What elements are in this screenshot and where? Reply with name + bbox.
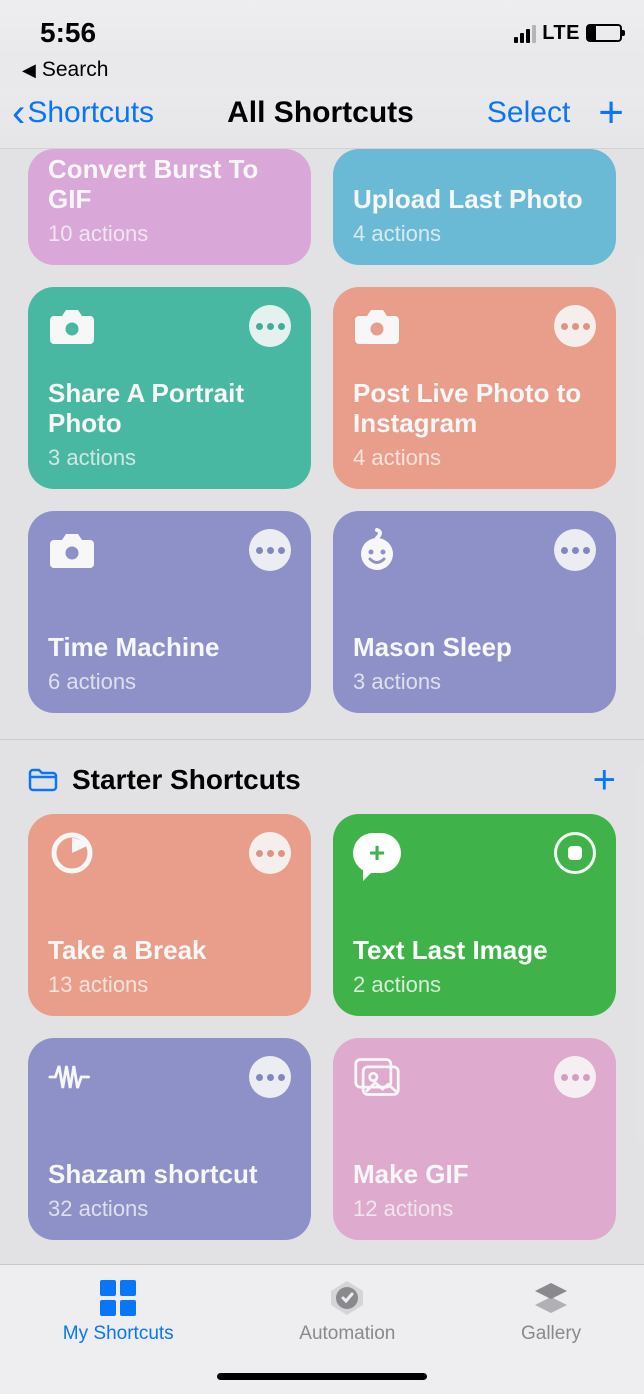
card-title: Text Last Image [353,935,596,966]
card-subtitle: 3 actions [48,445,291,471]
card-more-button[interactable] [249,305,291,347]
status-time: 5:56 [40,17,96,49]
battery-icon [586,24,622,42]
breadcrumb-label: Search [42,58,109,82]
folder-icon [28,768,58,792]
clock-badge-icon [327,1279,367,1317]
card-subtitle: 4 actions [353,221,596,247]
back-button[interactable]: ‹ Shortcuts [12,96,154,130]
camera-icon [48,305,96,347]
tab-bar: My Shortcuts Automation Gallery [0,1264,644,1394]
card-more-button[interactable] [249,832,291,874]
shortcut-card[interactable]: Mason Sleep 3 actions [333,511,616,713]
card-more-button[interactable] [249,1056,291,1098]
card-title: Shazam shortcut [48,1159,291,1190]
stack-icon [531,1279,571,1317]
tab-my-shortcuts[interactable]: My Shortcuts [63,1279,174,1394]
card-subtitle: 13 actions [48,972,291,998]
shortcut-card[interactable]: Share A Portrait Photo 3 actions [28,287,311,489]
speech-bubble-plus-icon: + [353,832,401,874]
card-title: Mason Sleep [353,632,596,663]
baby-icon [353,529,401,571]
home-indicator[interactable] [217,1373,427,1380]
select-button[interactable]: Select [487,96,570,130]
card-title: Post Live Photo to Instagram [353,378,596,439]
card-subtitle: 4 actions [353,445,596,471]
chevron-left-icon: ‹ [12,101,25,125]
back-label: Shortcuts [27,96,154,130]
shortcut-card[interactable]: Make GIF 12 actions [333,1038,616,1240]
card-title: Share A Portrait Photo [48,378,291,439]
status-bar: 5:56 LTE [0,0,644,56]
card-subtitle: 2 actions [353,972,596,998]
shortcut-card[interactable]: Shazam shortcut 32 actions [28,1038,311,1240]
card-more-button[interactable] [554,529,596,571]
photos-icon [353,1056,401,1098]
shortcuts-grid-2: Take a Break 13 actions + Text Last Imag… [0,814,644,1266]
shortcuts-grid-1: Convert Burst To GIF 10 actions Upload L… [0,149,644,739]
card-subtitle: 3 actions [353,669,596,695]
card-subtitle: 12 actions [353,1196,596,1222]
card-title: Make GIF [353,1159,596,1190]
page-title: All Shortcuts [227,96,414,130]
section-add-button[interactable]: + [593,768,616,792]
card-subtitle: 10 actions [48,221,291,247]
shortcut-card[interactable]: Post Live Photo to Instagram 4 actions [333,287,616,489]
content: Convert Burst To GIF 10 actions Upload L… [0,149,644,1266]
section-title[interactable]: Starter Shortcuts [72,764,301,796]
card-title: Upload Last Photo [353,184,596,215]
card-more-button[interactable] [554,1056,596,1098]
status-right: LTE [514,22,622,45]
card-stop-button[interactable] [554,832,596,874]
carrier-label: LTE [542,22,580,45]
tab-label: My Shortcuts [63,1323,174,1345]
shortcut-card[interactable]: Take a Break 13 actions [28,814,311,1016]
breadcrumb[interactable]: ◀︎ Search [0,56,644,88]
camera-icon [353,305,401,347]
card-title: Take a Break [48,935,291,966]
shortcut-card[interactable]: Convert Burst To GIF 10 actions [28,149,311,265]
grid-icon [98,1279,138,1317]
waveform-icon [48,1056,96,1098]
card-title: Time Machine [48,632,291,663]
tab-label: Gallery [521,1323,581,1345]
shortcut-card[interactable]: Time Machine 6 actions [28,511,311,713]
navbar: ‹ Shortcuts All Shortcuts Select + [0,88,644,149]
card-subtitle: 32 actions [48,1196,291,1222]
camera-icon [48,529,96,571]
tab-label: Automation [299,1323,395,1345]
tab-gallery[interactable]: Gallery [521,1279,581,1394]
timer-icon [48,832,96,874]
card-more-button[interactable] [249,529,291,571]
card-more-button[interactable] [554,305,596,347]
card-title: Convert Burst To GIF [48,154,291,215]
section-header: Starter Shortcuts + [0,739,644,814]
shortcut-card-running[interactable]: + Text Last Image 2 actions [333,814,616,1016]
back-triangle-icon: ◀︎ [22,60,36,81]
shortcut-card[interactable]: Upload Last Photo 4 actions [333,149,616,265]
cellular-signal-icon [514,23,536,43]
add-shortcut-button[interactable]: + [598,100,624,126]
card-subtitle: 6 actions [48,669,291,695]
